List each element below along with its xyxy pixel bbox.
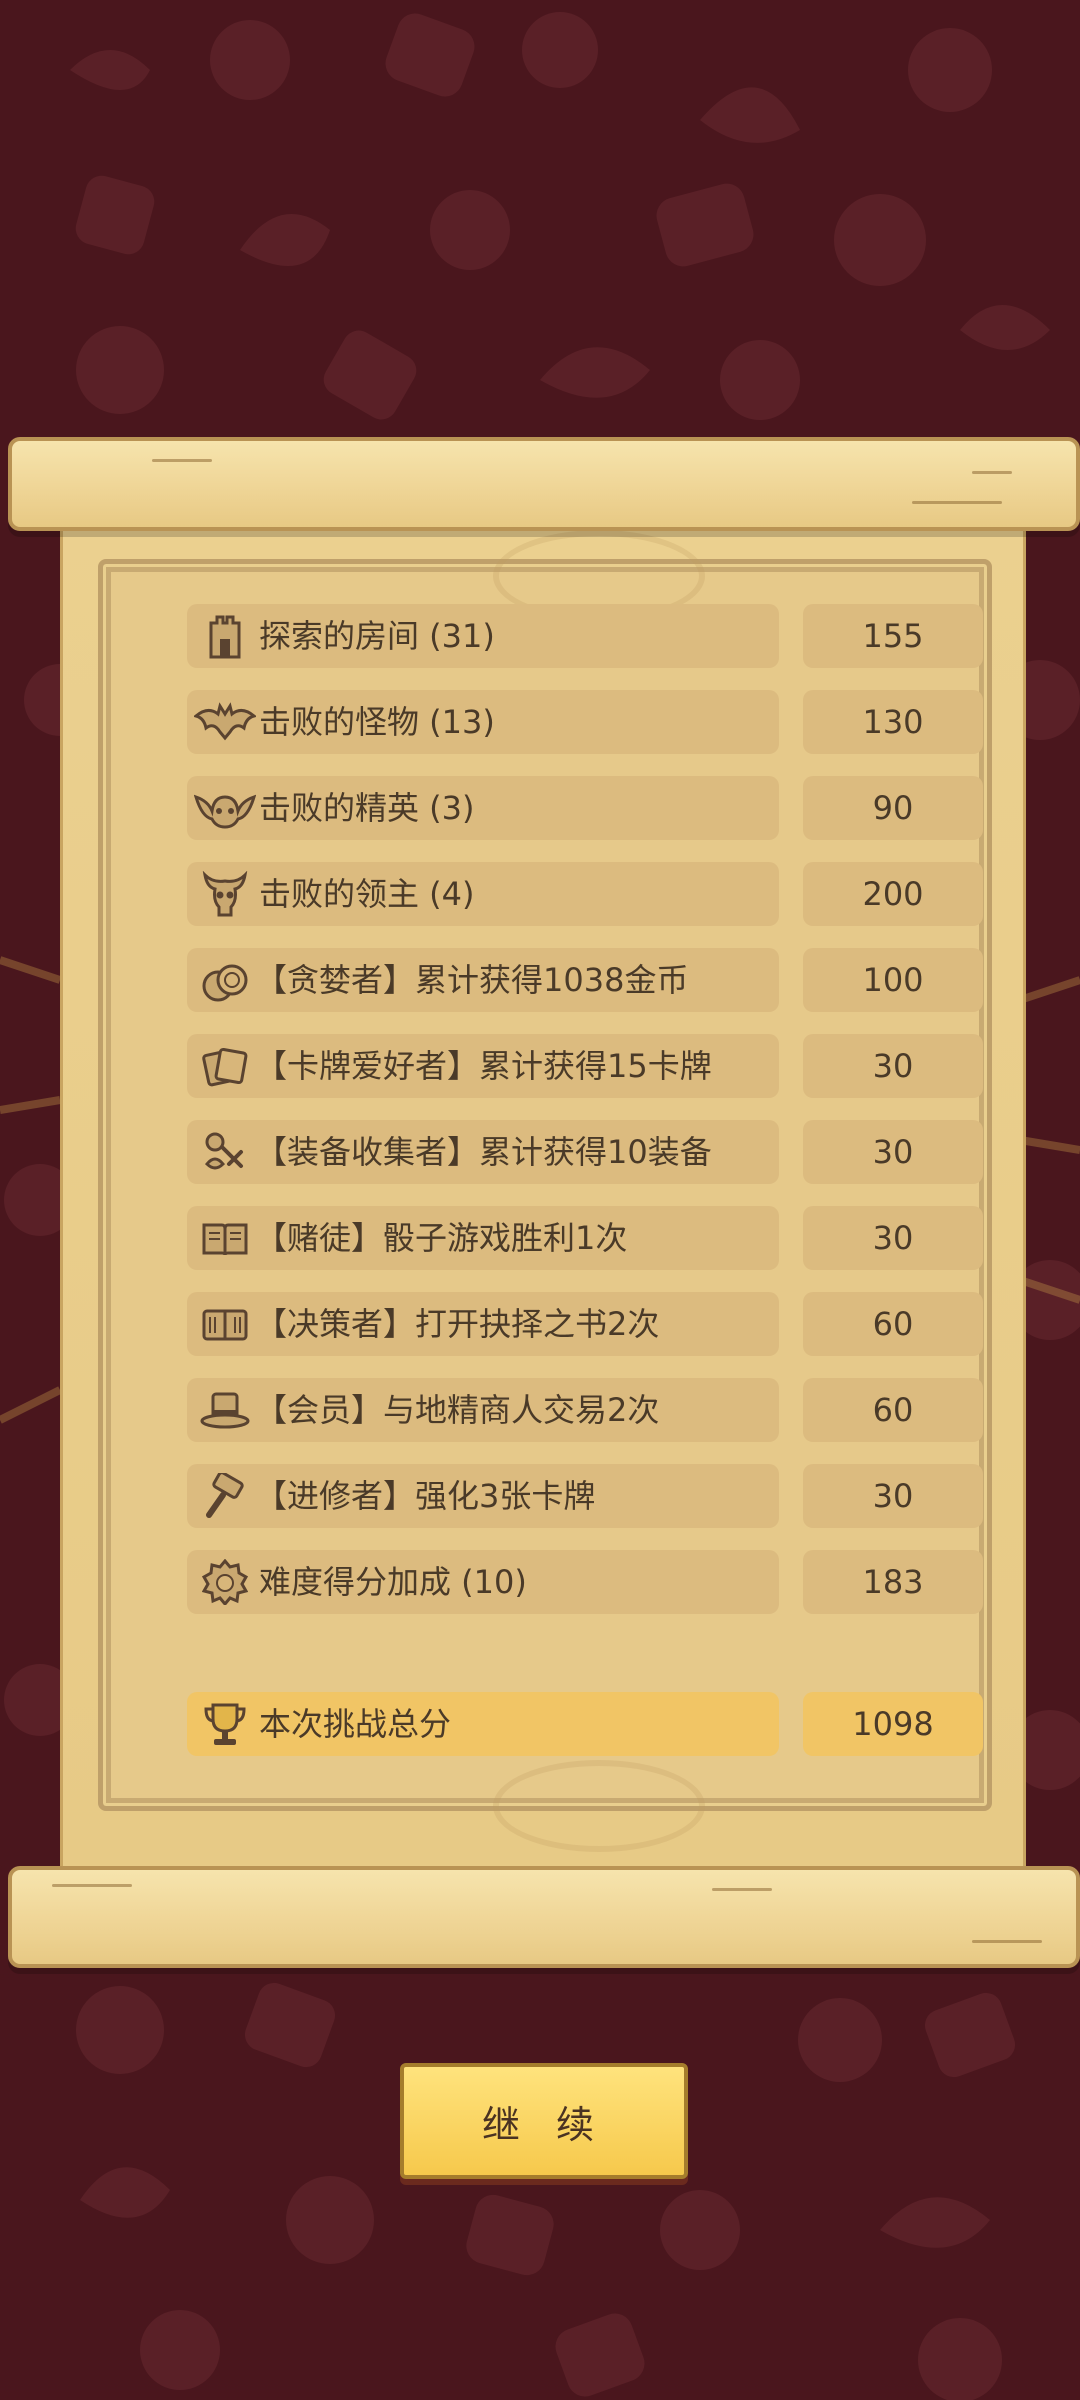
scroll-bottom-roll [8, 1866, 1080, 1968]
row-value: 183 [803, 1550, 983, 1614]
row-value: 155 [803, 604, 983, 668]
book-icon [193, 1298, 257, 1350]
row-label: 【贪婪者】累计获得1038金币 [255, 961, 689, 999]
open-book-icon [193, 1212, 257, 1264]
score-panel: 探索的房间 (31) 155 击败的怪物 (13) 130 击败的精英 (3) … [98, 530, 992, 1852]
tower-icon [193, 610, 257, 662]
bat-icon [193, 696, 257, 748]
row-value: 130 [803, 690, 983, 754]
row-value: 30 [803, 1120, 983, 1184]
row-value: 90 [803, 776, 983, 840]
total-label: 本次挑战总分 [259, 1705, 452, 1743]
row-label: 击败的领主 (4) [259, 875, 475, 913]
row-label: 难度得分加成 (10) [259, 1563, 527, 1601]
row-value: 30 [803, 1464, 983, 1528]
row-value: 60 [803, 1378, 983, 1442]
row-label: 【会员】与地精商人交易2次 [255, 1391, 660, 1429]
row-label: 【赌徒】骰子游戏胜利1次 [255, 1219, 628, 1257]
trophy-icon [193, 1698, 257, 1750]
row-label: 【决策者】打开抉择之书2次 [255, 1305, 660, 1343]
row-value: 100 [803, 948, 983, 1012]
scroll-top-roll [8, 437, 1080, 531]
row-label: 【进修者】强化3张卡牌 [255, 1477, 596, 1515]
equipment-icon [193, 1126, 257, 1178]
row-value: 30 [803, 1206, 983, 1270]
total-value: 1098 [803, 1692, 983, 1756]
scroll-watermark-bottom [493, 1760, 705, 1852]
continue-button[interactable]: 继 续 [400, 2063, 688, 2179]
hammer-icon [193, 1470, 257, 1522]
row-label: 击败的精英 (3) [259, 789, 475, 827]
row-label: 【卡牌爱好者】累计获得15卡牌 [255, 1047, 712, 1085]
row-label: 探索的房间 (31) [259, 617, 495, 655]
row-label: 【装备收集者】累计获得10装备 [255, 1133, 712, 1171]
top-hat-icon [193, 1384, 257, 1436]
coin-stack-icon [193, 954, 257, 1006]
row-value: 60 [803, 1292, 983, 1356]
difficulty-badge-icon [193, 1556, 257, 1608]
cards-icon [193, 1040, 257, 1092]
row-value: 200 [803, 862, 983, 926]
row-value: 30 [803, 1034, 983, 1098]
row-label: 击败的怪物 (13) [259, 703, 495, 741]
scroll-body: 探索的房间 (31) 155 击败的怪物 (13) 130 击败的精英 (3) … [60, 519, 1026, 1870]
horned-skull-icon [193, 868, 257, 920]
elite-demon-icon [193, 782, 257, 834]
